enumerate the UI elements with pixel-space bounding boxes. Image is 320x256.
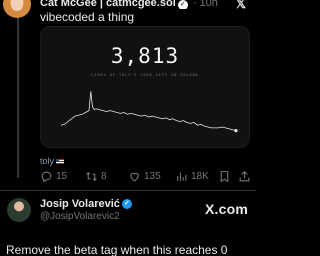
- views-button[interactable]: 18K: [175, 170, 209, 183]
- verified-badge-icon: ✓: [121, 199, 132, 210]
- share-button[interactable]: [238, 170, 251, 183]
- line-chart: [60, 91, 238, 133]
- quote-author-avatar[interactable]: [7, 198, 31, 222]
- heart-icon: [130, 172, 139, 182]
- quote-text: Remove the beta tag when this reaches 0: [6, 243, 228, 256]
- post-header: Cat McGee | catmcgee.sol ✓ · 10h: [40, 0, 250, 9]
- likes-count: 18K: [191, 171, 209, 182]
- us-flag-icon: [56, 159, 65, 165]
- repost-icon: [86, 171, 97, 182]
- quote-author-handle[interactable]: @JosipVolarevic2: [40, 211, 120, 222]
- thread-line: [17, 18, 19, 178]
- post-text: vibecoded a thing: [40, 10, 135, 24]
- bookmark-button[interactable]: [218, 170, 231, 183]
- quote-author-name[interactable]: Josip Volarević: [40, 198, 120, 210]
- post-time[interactable]: · 10h: [193, 0, 218, 9]
- chart-card[interactable]: 3,813 LINES OF TOLY'S CODE LEFT IN SOLAN…: [40, 26, 250, 148]
- reply-count: 15: [56, 171, 68, 182]
- repost-count: 8: [101, 171, 107, 182]
- chart-series-line: [60, 91, 237, 131]
- verified-check-icon: ✓: [177, 0, 188, 9]
- x-logo-icon: 𝕏: [235, 0, 246, 11]
- caption-text: toly: [40, 156, 55, 166]
- author-avatar[interactable]: [3, 0, 31, 18]
- reply-icon: [41, 171, 52, 183]
- views-icon: [177, 172, 187, 181]
- like-button[interactable]: 135: [128, 170, 161, 183]
- author-name[interactable]: Cat McGee | catmcgee.sol: [40, 0, 176, 9]
- xcom-logo: X.com: [204, 201, 248, 217]
- divider: [0, 190, 256, 191]
- views-count: 135: [144, 171, 161, 182]
- action-bar: 15 8 135 18K: [40, 170, 252, 184]
- reply-button[interactable]: 15: [40, 170, 67, 183]
- bookmark-icon: [220, 171, 229, 183]
- caption-row: toly: [40, 156, 65, 166]
- quote-author-name-row: Josip Volarević ✓: [40, 198, 132, 210]
- repost-button[interactable]: 8: [85, 170, 107, 183]
- chart-end-point: [234, 129, 238, 133]
- share-icon: [239, 170, 250, 182]
